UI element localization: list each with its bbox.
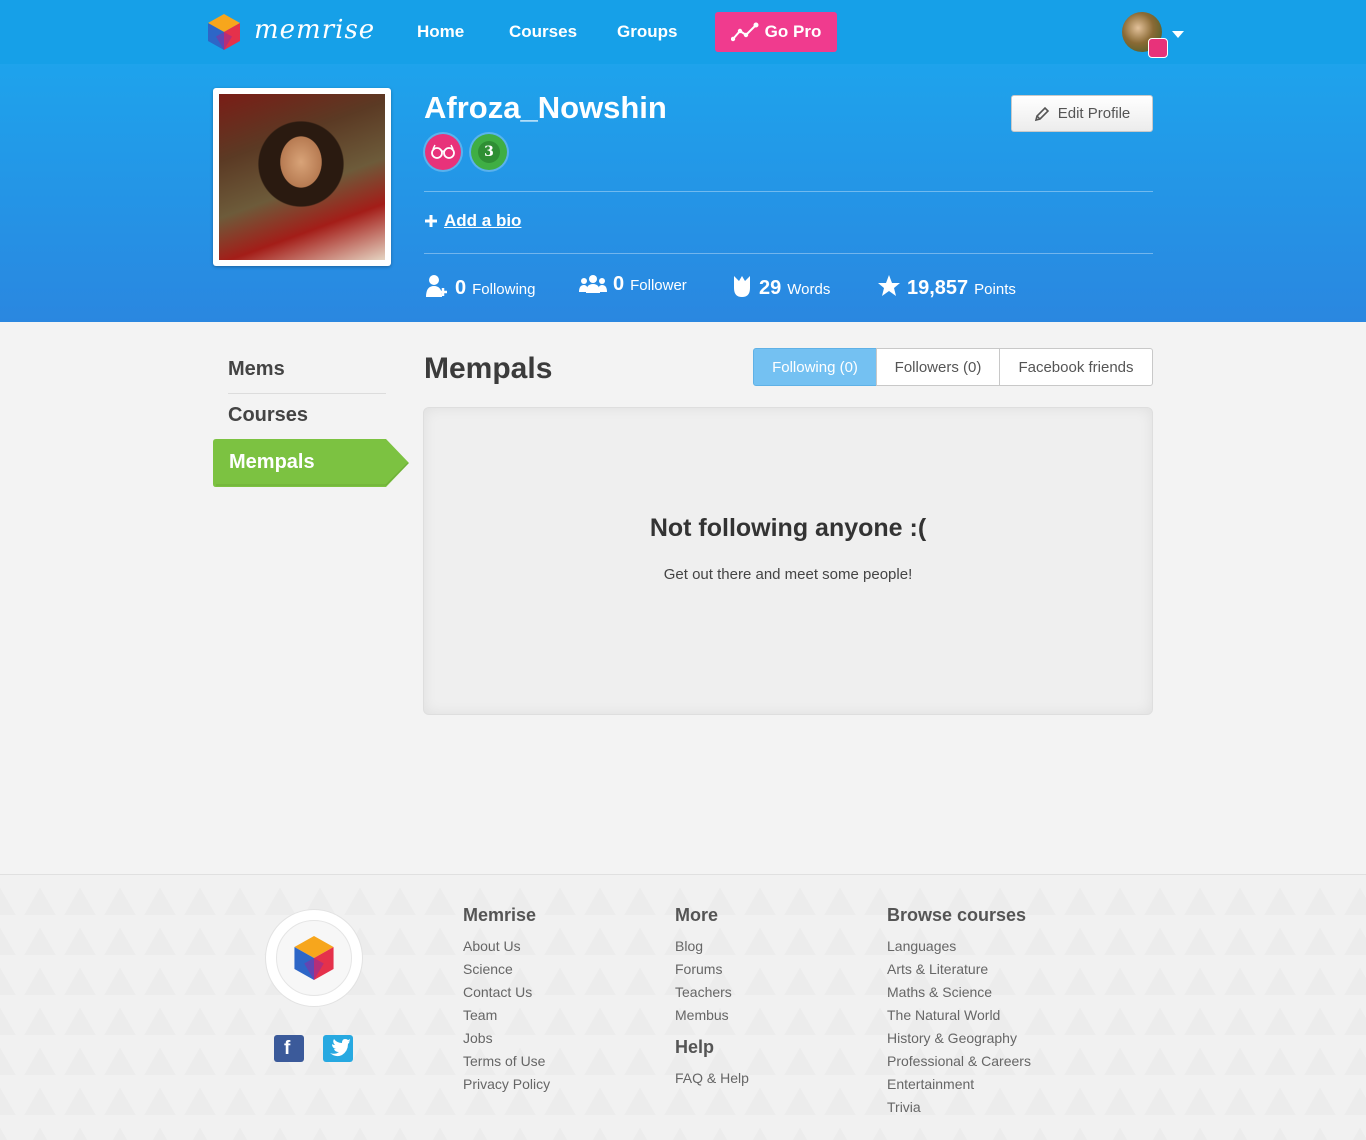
twitter-icon[interactable] bbox=[323, 1035, 353, 1062]
empty-state-title: Not following anyone :( bbox=[649, 514, 927, 542]
footer-heading-memrise: Memrise bbox=[463, 905, 537, 925]
profile-username: Afroza_Nowshin bbox=[424, 90, 667, 125]
go-pro-label: Go Pro bbox=[764, 22, 822, 41]
footer-link-membus[interactable]: Membus bbox=[675, 1007, 729, 1023]
follower-label: Follower bbox=[630, 277, 687, 294]
footer-link-team[interactable]: Team bbox=[463, 1007, 497, 1023]
memrise-logo[interactable]: memrise bbox=[206, 12, 376, 52]
tab-following[interactable]: Following (0) bbox=[753, 348, 877, 386]
edit-profile-button[interactable]: Edit Profile bbox=[1011, 95, 1153, 132]
points-count: 19,857 bbox=[907, 277, 969, 299]
footer-link-teachers[interactable]: Teachers bbox=[675, 984, 732, 1000]
facebook-icon[interactable]: f bbox=[274, 1035, 304, 1062]
sidebar-item-courses[interactable]: Courses bbox=[228, 404, 308, 427]
tab-followers[interactable]: Followers (0) bbox=[876, 348, 1000, 386]
tab-facebook-friends[interactable]: Facebook friends bbox=[999, 348, 1153, 386]
chart-line-icon bbox=[730, 22, 759, 42]
stat-following[interactable]: 0 Following bbox=[425, 270, 536, 300]
footer-link-maths[interactable]: Maths & Science bbox=[887, 984, 992, 1000]
glasses-badge-icon bbox=[425, 134, 461, 170]
sidebar-item-mempals[interactable]: Mempals bbox=[213, 439, 409, 487]
user-avatar[interactable] bbox=[1122, 12, 1168, 58]
flower-icon bbox=[734, 276, 750, 297]
footer-link-forums[interactable]: Forums bbox=[675, 961, 722, 977]
footer-logo-ring bbox=[276, 920, 352, 996]
add-bio-link[interactable]: Add a bio bbox=[424, 211, 521, 231]
words-label: Words bbox=[787, 281, 831, 298]
footer-link-entertainment[interactable]: Entertainment bbox=[887, 1076, 974, 1092]
footer-logo[interactable] bbox=[266, 910, 362, 1006]
level-badge: 3 bbox=[471, 134, 507, 170]
sidebar-item-label: Mempals bbox=[229, 451, 315, 473]
top-navbar: memrise Home Courses Groups Go Pro bbox=[0, 0, 1366, 64]
following-count: 0 bbox=[455, 277, 467, 299]
footer-link-professional[interactable]: Professional & Careers bbox=[887, 1053, 1031, 1069]
level-badge-number: 3 bbox=[478, 141, 500, 163]
empty-state-message: Get out there and meet some people! bbox=[663, 566, 913, 583]
footer-link-about-us[interactable]: About Us bbox=[463, 938, 521, 954]
go-pro-button[interactable]: Go Pro bbox=[715, 12, 837, 52]
nav-home[interactable]: Home bbox=[417, 22, 464, 42]
group-icon bbox=[579, 275, 607, 293]
chevron-down-icon[interactable] bbox=[1172, 31, 1184, 38]
pencil-icon bbox=[1034, 106, 1049, 121]
stat-points: 19,857 Points bbox=[877, 270, 1016, 300]
stat-words: 29 Words bbox=[731, 270, 830, 300]
twitter-bird-icon bbox=[330, 1039, 350, 1057]
nav-courses[interactable]: Courses bbox=[509, 22, 577, 42]
sidebar-item-mems[interactable]: Mems bbox=[228, 358, 285, 381]
brand-name: memrise bbox=[254, 15, 376, 45]
follower-count: 0 bbox=[613, 273, 625, 295]
nav-groups[interactable]: Groups bbox=[617, 22, 677, 42]
memrise-cube-icon bbox=[294, 936, 334, 980]
footer-link-contact-us[interactable]: Contact Us bbox=[463, 984, 532, 1000]
page-title: Mempals bbox=[424, 352, 553, 385]
rank-badge-icon bbox=[1148, 38, 1168, 58]
star-icon bbox=[878, 275, 900, 296]
footer-heading-help: Help bbox=[675, 1037, 715, 1057]
footer-link-natural-world[interactable]: The Natural World bbox=[887, 1007, 1000, 1023]
footer-link-trivia[interactable]: Trivia bbox=[887, 1099, 921, 1115]
empty-state-panel: Not following anyone :( Get out there an… bbox=[423, 407, 1153, 715]
following-label: Following bbox=[472, 281, 536, 298]
footer-link-terms[interactable]: Terms of Use bbox=[463, 1053, 545, 1069]
add-user-icon bbox=[426, 275, 447, 297]
footer-link-faq[interactable]: FAQ & Help bbox=[675, 1070, 749, 1086]
footer-link-blog[interactable]: Blog bbox=[675, 938, 703, 954]
points-label: Points bbox=[974, 281, 1016, 298]
footer-link-languages[interactable]: Languages bbox=[887, 938, 956, 954]
footer-link-arts[interactable]: Arts & Literature bbox=[887, 961, 988, 977]
add-bio-label: Add a bio bbox=[444, 211, 522, 230]
edit-profile-label: Edit Profile bbox=[1057, 105, 1131, 122]
sidebar-divider bbox=[228, 393, 386, 394]
profile-photo bbox=[213, 88, 391, 266]
memrise-cube-icon bbox=[208, 14, 240, 50]
footer-link-science[interactable]: Science bbox=[463, 961, 513, 977]
profile-photo-image bbox=[219, 94, 385, 260]
footer-heading-more: More bbox=[675, 905, 719, 925]
words-count: 29 bbox=[759, 277, 782, 299]
footer-link-history[interactable]: History & Geography bbox=[887, 1030, 1017, 1046]
footer-heading-browse: Browse courses bbox=[887, 905, 1027, 925]
plus-icon bbox=[425, 215, 437, 227]
stat-followers[interactable]: 0 Follower bbox=[579, 270, 687, 296]
footer-link-privacy[interactable]: Privacy Policy bbox=[463, 1076, 550, 1092]
divider bbox=[424, 253, 1153, 254]
divider bbox=[424, 191, 1153, 192]
footer-link-jobs[interactable]: Jobs bbox=[463, 1030, 493, 1046]
